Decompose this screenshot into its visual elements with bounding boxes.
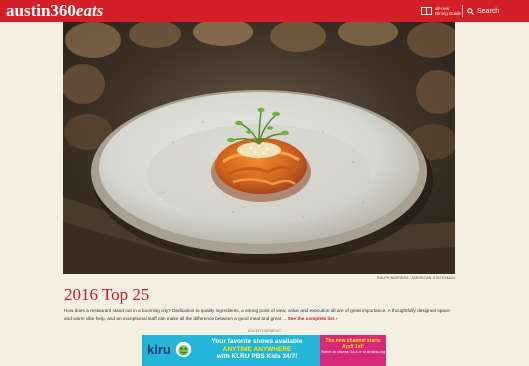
hero-image[interactable] [63,22,455,274]
mascot-icon [175,341,192,358]
search-button[interactable]: Search [467,4,499,18]
header-divider [462,5,463,17]
article-description: How does a restaurant stand out in a boo… [64,307,456,322]
book-icon [421,7,432,15]
ad-side-subtext: Watch on channel 18.4 or at klrukids.org [320,350,386,354]
ad-line-3: with KLRU PBS Kids 24/7! [216,353,298,360]
ad-message: Your favorite shows available ANYTIME AN… [197,338,317,361]
ad-brand-logo: klru [147,342,171,357]
page-title: 2016 Top 25 [64,285,150,304]
dining-guide-label: all-new Dining Guide [435,6,462,16]
ad-side-panel: The new channel starts April 1st! Watch … [320,335,386,366]
see-list-link[interactable]: See the complete list › [288,316,338,321]
site-logo[interactable]: austin360eats [6,1,103,21]
photo-credit: RALPH BARRERA / AMERICAN-STATESMAN [377,276,455,280]
ad-label: ADVERTISEMENT [247,329,282,333]
search-icon [467,7,474,15]
hero-photo [63,22,455,274]
ad-banner[interactable]: klru Your favorite shows available ANYTI… [142,335,386,366]
ad-line-1: Your favorite shows available [211,338,303,345]
dining-guide-link[interactable]: all-new Dining Guide [421,5,461,17]
ad-line-2: ANYTIME ANYWHERE [222,345,292,353]
description-text: How does a restaurant stand out in a boo… [64,308,450,321]
ad-side-headline: The new channel starts April 1st! [325,338,381,350]
search-label: Search [477,7,500,15]
top-bar: austin360eats all-new Dining Guide Searc… [0,0,529,22]
